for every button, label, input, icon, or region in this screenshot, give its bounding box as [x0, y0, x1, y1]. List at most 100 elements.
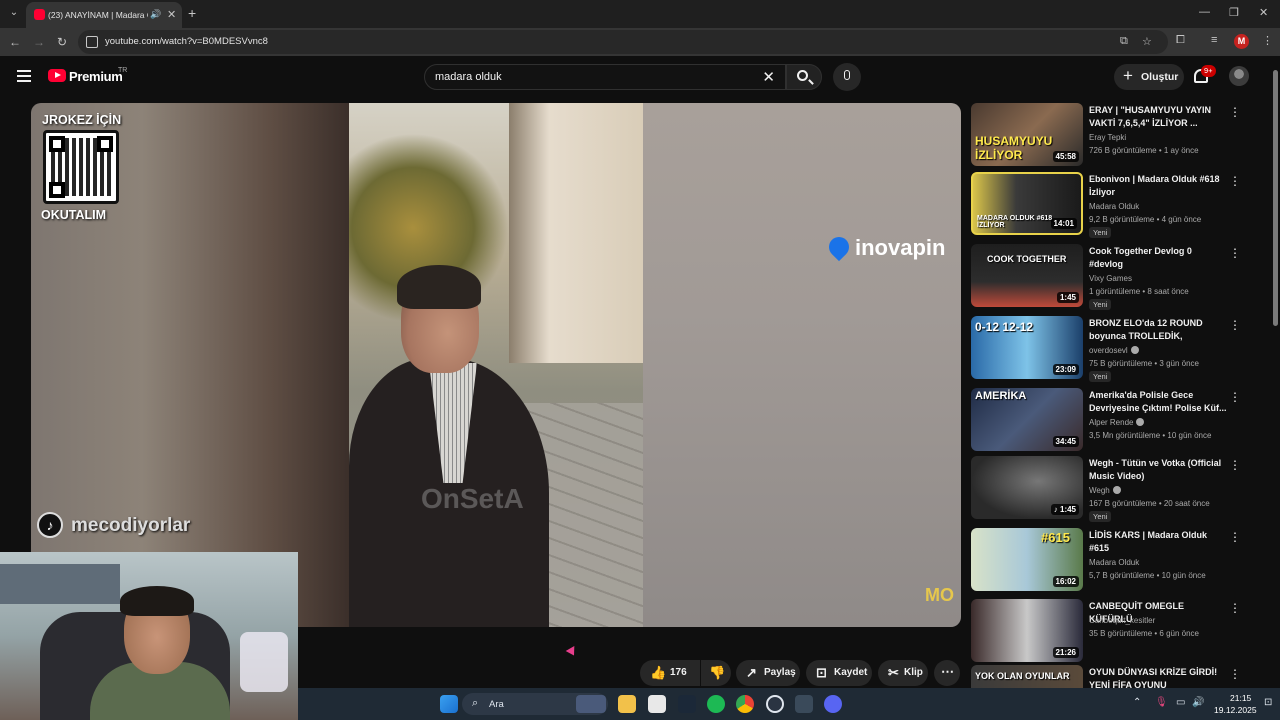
video-title[interactable]: Cook Together Devlog 0 #devlog [1089, 245, 1227, 271]
network-app-icon[interactable] [795, 695, 813, 713]
youtube-logo-icon[interactable] [48, 69, 66, 82]
video-title[interactable]: LİDİS KARS | Madara Olduk #615 [1089, 529, 1227, 555]
tab-search-icon[interactable]: ⌄ [6, 5, 22, 21]
account-avatar[interactable] [1229, 66, 1249, 86]
minimize-icon[interactable]: — [1199, 6, 1210, 18]
video-title[interactable]: OYUN DÜNYASI KRİZE GİRDİ! YENİ FİFA OYUN… [1089, 666, 1227, 688]
share-button[interactable]: ↗ Paylaş [736, 660, 800, 686]
reload-icon[interactable]: ↻ [57, 35, 67, 49]
channel-name[interactable]: Madara Olduk [1089, 202, 1139, 211]
reading-list-icon[interactable]: ≡ [1211, 34, 1217, 46]
channel-name[interactable]: Vixy Games [1089, 274, 1132, 283]
windows-start-icon[interactable] [440, 695, 458, 713]
back-icon[interactable]: ← [9, 35, 21, 49]
tray-network-icon[interactable]: ▭ [1176, 697, 1185, 708]
tab-close-icon[interactable]: ✕ [167, 8, 176, 21]
video-thumbnail[interactable]: ♪ 1:45 [971, 456, 1083, 519]
site-info-icon[interactable] [86, 36, 98, 48]
voice-search-button[interactable] [833, 63, 861, 91]
list-item[interactable]: YOK OLAN OYUNLAR OYUN DÜNYASI KRİZE GİRD… [971, 665, 1271, 688]
search-button[interactable] [786, 64, 822, 90]
cast-icon[interactable]: ⧉ [1120, 35, 1128, 48]
video-title[interactable]: BRONZ ELO'da 12 ROUND boyunca TROLLEDİK,… [1089, 317, 1227, 343]
channel-name[interactable]: Alper Rende [1089, 418, 1145, 427]
tray-mic-icon[interactable]: 🎙 [1155, 697, 1168, 708]
search-input[interactable]: madara olduk ✕ [424, 64, 786, 90]
video-thumbnail[interactable]: AMERİKA 34:45 [971, 388, 1083, 451]
video-title[interactable]: Amerika'da Polisle Gece Devriyesine Çıkt… [1089, 389, 1227, 415]
extensions-icon[interactable]: ⧠ [1176, 34, 1185, 47]
video-thumbnail[interactable]: YOK OLAN OYUNLAR [971, 665, 1083, 688]
page-scrollbar[interactable] [1271, 56, 1280, 688]
more-vertical-icon[interactable]: ⋮ [1229, 105, 1241, 119]
dislike-button[interactable]: 👎 [701, 660, 731, 686]
menu-icon[interactable] [17, 70, 31, 82]
scrollbar-thumb[interactable] [1273, 70, 1278, 326]
taskbar-time[interactable]: 21:15 [1230, 693, 1251, 703]
browser-tab-active[interactable]: (23) ANAYİNAM | Madara O 🔊 ✕ [26, 2, 182, 28]
search-highlight-icon[interactable] [576, 695, 606, 713]
more-vertical-icon[interactable]: ⋮ [1229, 390, 1241, 404]
chrome-icon[interactable] [736, 695, 754, 713]
more-vertical-icon[interactable]: ⋮ [1229, 530, 1241, 544]
forward-icon[interactable]: → [33, 35, 45, 49]
video-title[interactable]: Ebonivon | Madara Olduk #618 İzliyor [1089, 173, 1227, 199]
video-thumbnail[interactable]: MADARA OLDUK #618 İZLİYOR 14:01 [971, 172, 1083, 235]
channel-name-text[interactable]: overdosevl [1089, 346, 1128, 355]
more-vertical-icon[interactable]: ⋮ [1229, 601, 1241, 615]
video-title[interactable]: Wegh - Tütün ve Votka (Official Music Vi… [1089, 457, 1227, 483]
browser-menu-icon[interactable]: ⋮ [1262, 34, 1273, 47]
notification-center-icon[interactable]: ⊡ [1264, 697, 1272, 708]
channel-name[interactable]: Eray Tepki [1089, 133, 1126, 142]
list-item[interactable]: ♪ 1:45 Wegh - Tütün ve Votka (Official M… [971, 456, 1271, 522]
steam-icon[interactable] [678, 695, 696, 713]
video-title[interactable]: ERAY | "HUSAMYUYU YAYIN VAKTİ 7,6,5,4" İ… [1089, 104, 1227, 130]
like-button[interactable]: 👍 176 [640, 660, 700, 686]
list-item[interactable]: 0-12 12-12 23:09 BRONZ ELO'da 12 ROUND b… [971, 316, 1271, 382]
file-explorer-icon[interactable] [618, 695, 636, 713]
create-button[interactable]: + Oluştur [1114, 64, 1184, 90]
more-vertical-icon[interactable]: ⋮ [1229, 246, 1241, 260]
list-item[interactable]: AMERİKA 34:45 Amerika'da Polisle Gece De… [971, 388, 1271, 454]
save-button[interactable]: ⊡ Kaydet [806, 660, 872, 686]
address-url[interactable]: youtube.com/watch?v=B0MDESVvnc8 [105, 36, 268, 47]
video-thumbnail[interactable]: #615 16:02 [971, 528, 1083, 591]
taskbar-date[interactable]: 19.12.2025 [1214, 705, 1257, 715]
more-vertical-icon[interactable]: ⋮ [1229, 667, 1241, 681]
list-item[interactable]: COOK TOGETHER 1:45 Cook Together Devlog … [971, 244, 1271, 310]
channel-name[interactable]: Wegh [1089, 486, 1121, 495]
video-thumbnail[interactable]: 0-12 12-12 23:09 [971, 316, 1083, 379]
video-player[interactable]: JROKEZ İÇİN OKUTALIM inovapin OnSetA ♪ m… [31, 103, 961, 627]
discord-icon[interactable] [824, 695, 842, 713]
spotify-icon[interactable] [707, 695, 725, 713]
more-vertical-icon[interactable]: ⋮ [1229, 318, 1241, 332]
restore-icon[interactable]: ❐ [1229, 6, 1239, 19]
list-item[interactable]: #615 16:02 LİDİS KARS | Madara Olduk #61… [971, 528, 1271, 594]
youtube-premium-logo-text[interactable]: Premium [69, 69, 123, 84]
channel-name-text[interactable]: Wegh [1089, 486, 1110, 495]
channel-name-text[interactable]: Alper Rende [1089, 418, 1133, 427]
bookmark-star-icon[interactable]: ☆ [1142, 35, 1152, 48]
tray-volume-icon[interactable]: 🔊 [1192, 697, 1204, 708]
video-thumbnail[interactable]: HUSAMYUYU İZLİYOR 45:58 [971, 103, 1083, 166]
list-item[interactable]: MADARA OLDUK #618 İZLİYOR 14:01 Ebonivon… [971, 172, 1271, 238]
obs-icon[interactable] [766, 695, 784, 713]
video-thumbnail[interactable]: COOK TOGETHER 1:45 [971, 244, 1083, 307]
new-tab-icon[interactable]: + [188, 5, 196, 21]
video-thumbnail[interactable]: 21:26 [971, 599, 1083, 662]
more-vertical-icon[interactable]: ⋮ [1229, 458, 1241, 472]
list-item[interactable]: HUSAMYUYU İZLİYOR 45:58 ERAY | "HUSAMYUY… [971, 103, 1271, 169]
browser-profile-avatar[interactable]: M [1234, 34, 1249, 49]
channel-name[interactable]: overdosevl [1089, 346, 1139, 355]
tray-chevron-icon[interactable]: ⌃ [1133, 697, 1141, 708]
window-close-icon[interactable]: ✕ [1259, 6, 1268, 19]
channel-name[interactable]: Canbequit_kesitler [1089, 616, 1155, 625]
search-query[interactable]: madara olduk [435, 71, 502, 83]
clear-search-icon[interactable]: ✕ [762, 68, 775, 86]
list-item[interactable]: 21:26 CANBEQUİT OMEGLE KÜFÜRLÜ Canbequit… [971, 599, 1271, 665]
address-bar[interactable]: youtube.com/watch?v=B0MDESVvnc8 ⧉ ☆ [78, 30, 1168, 54]
channel-name[interactable]: Madara Olduk [1089, 558, 1139, 567]
more-vertical-icon[interactable]: ⋮ [1229, 174, 1241, 188]
store-icon[interactable] [648, 695, 666, 713]
more-actions-button[interactable]: ⋯ [934, 660, 960, 686]
